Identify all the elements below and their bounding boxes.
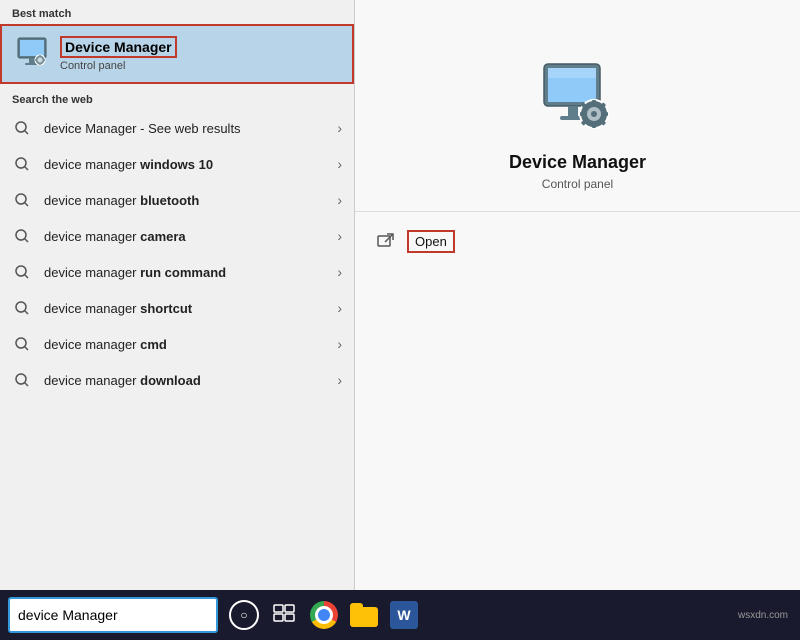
- search-icon-4: [12, 262, 32, 282]
- search-item-text-2: device manager bluetooth: [44, 193, 337, 208]
- search-icon-5: [12, 298, 32, 318]
- search-item-text-1: device manager windows 10: [44, 157, 337, 172]
- search-icon-3: [12, 226, 32, 246]
- folder-icon: [350, 603, 378, 627]
- search-web-label: Search the web: [0, 86, 354, 110]
- chevron-icon-7: ›: [337, 372, 342, 388]
- search-item-text-6: device manager cmd: [44, 337, 337, 352]
- search-item-text-0: device Manager - See web results: [44, 121, 337, 136]
- start-menu: Best match: [0, 0, 800, 590]
- action-row[interactable]: Open: [355, 224, 800, 259]
- taskbar: ○ W wsxdn.com: [0, 590, 800, 640]
- search-item-3[interactable]: device manager camera ›: [0, 218, 354, 254]
- best-match-item[interactable]: Device Manager Control panel: [0, 24, 354, 84]
- task-view-button[interactable]: [266, 597, 302, 633]
- search-item-text-5: device manager shortcut: [44, 301, 337, 316]
- search-item-5[interactable]: device manager shortcut ›: [0, 290, 354, 326]
- best-match-subtitle: Control panel: [60, 60, 177, 72]
- open-label[interactable]: Open: [407, 230, 455, 253]
- best-match-label: Best match: [0, 0, 354, 24]
- search-icon-1: [12, 154, 32, 174]
- right-panel: Device Manager Control panel Open: [355, 0, 800, 590]
- chrome-button[interactable]: [306, 597, 342, 633]
- search-item-text-4: device manager run command: [44, 265, 337, 280]
- right-panel-title: Device Manager: [509, 152, 646, 173]
- best-match-title: Device Manager: [60, 36, 177, 58]
- taskbar-search-input[interactable]: [18, 607, 208, 623]
- search-icon-7: [12, 370, 32, 390]
- search-icon-6: [12, 334, 32, 354]
- chevron-icon-0: ›: [337, 120, 342, 136]
- search-item-text-7: device manager download: [44, 373, 337, 388]
- right-panel-divider: [355, 211, 800, 212]
- search-item-1[interactable]: device manager windows 10 ›: [0, 146, 354, 182]
- chevron-icon-1: ›: [337, 156, 342, 172]
- right-panel-subtitle: Control panel: [542, 177, 613, 191]
- open-action-icon: [375, 231, 397, 253]
- device-manager-icon: [14, 36, 50, 72]
- word-icon: W: [390, 601, 418, 629]
- chrome-icon: [310, 601, 338, 629]
- chevron-icon-6: ›: [337, 336, 342, 352]
- brand-watermark: wsxdn.com: [738, 610, 788, 621]
- search-icon-2: [12, 190, 32, 210]
- search-item-7[interactable]: device manager download ›: [0, 362, 354, 398]
- search-item-0[interactable]: device Manager - See web results ›: [0, 110, 354, 146]
- cortana-circle: ○: [229, 600, 259, 630]
- word-button[interactable]: W: [386, 597, 422, 633]
- chevron-icon-2: ›: [337, 192, 342, 208]
- search-item-4[interactable]: device manager run command ›: [0, 254, 354, 290]
- file-explorer-button[interactable]: [346, 597, 382, 633]
- best-match-text: Device Manager Control panel: [60, 36, 177, 72]
- search-item-2[interactable]: device manager bluetooth ›: [0, 182, 354, 218]
- left-panel: Best match: [0, 0, 355, 590]
- chevron-icon-3: ›: [337, 228, 342, 244]
- search-item-6[interactable]: device manager cmd ›: [0, 326, 354, 362]
- right-panel-app-icon: [538, 60, 618, 140]
- search-icon-0: [12, 118, 32, 138]
- search-item-text-3: device manager camera: [44, 229, 337, 244]
- cortana-button[interactable]: ○: [226, 597, 262, 633]
- chevron-icon-4: ›: [337, 264, 342, 280]
- chevron-icon-5: ›: [337, 300, 342, 316]
- taskbar-search-bar[interactable]: [8, 597, 218, 633]
